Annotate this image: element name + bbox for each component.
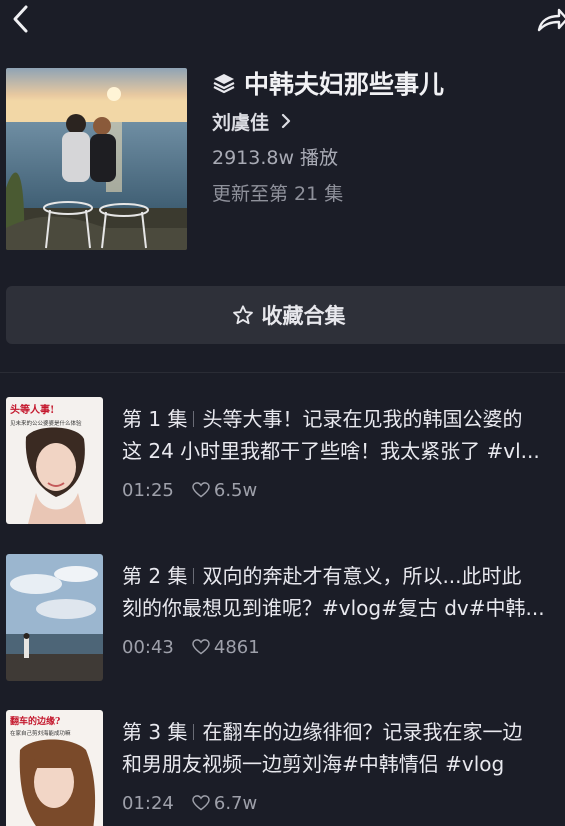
episode-item-3[interactable]: 翻车的边缘? 在家自己剪刘海能成功嘛 第 3 集在翻车的边缘徘徊？记录我在家一边… <box>6 710 565 826</box>
top-bar <box>0 0 565 44</box>
play-count: 2913.8w 播放 <box>212 147 339 169</box>
episode-title-line1: 头等大事！记录在见我的韩国公婆的 <box>202 407 523 431</box>
author-name: 刘虞佳 <box>212 111 270 134</box>
svg-text:见未来的公公婆婆是什么体验: 见未来的公公婆婆是什么体验 <box>10 419 82 427</box>
episode-title-line1: 双向的奔赴才有意义，所以...此时此 <box>202 564 522 588</box>
episode-duration: 00:43 <box>122 636 174 658</box>
episode-text: 第 2 集双向的奔赴才有意义，所以...此时此 刻的你最想见到谁呢？#vlog#… <box>122 560 565 660</box>
episode-text: 第 3 集在翻车的边缘徘徊？记录我在家一边 和男朋友视频一边剪刘海#中韩情侣 #… <box>122 716 565 816</box>
svg-text:头等人事!: 头等人事! <box>10 403 54 416</box>
share-icon <box>537 8 565 32</box>
collection-cover-image[interactable] <box>6 68 187 250</box>
collection-page: 中韩夫妇那些事儿 刘虞佳 2913.8w 播放 更新至第 21 集 收藏合集 头… <box>0 0 565 826</box>
back-arrow-icon <box>13 5 28 33</box>
episode-thumbnail: 翻车的边缘? 在家自己剪刘海能成功嘛 <box>6 710 103 826</box>
collect-button[interactable]: 收藏合集 <box>6 286 565 344</box>
heart-outline-icon <box>192 795 210 811</box>
episode-title-line2: 和男朋友视频一边剪刘海#中韩情侣 #vlog <box>122 752 505 776</box>
back-button[interactable] <box>6 2 34 36</box>
episode-title-line2: 刻的你最想见到谁呢？#vlog#复古 dv#中韩... <box>122 596 545 620</box>
episode-text: 第 1 集头等大事！记录在见我的韩国公婆的 这 24 小时里我都干了些啥！我太紧… <box>122 403 565 503</box>
collection-title: 中韩夫妇那些事儿 <box>244 70 445 99</box>
episode-number: 第 2 集 <box>122 564 188 588</box>
episode-title-line2: 这 24 小时里我都干了些啥！我太紧张了 #vl... <box>122 439 540 463</box>
episode-thumbnail: 头等人事! 见未来的公公婆婆是什么体验 <box>6 397 103 524</box>
episode-number: 第 3 集 <box>122 720 188 744</box>
collect-button-label: 收藏合集 <box>261 304 346 328</box>
title-row: 中韩夫妇那些事儿 <box>212 66 555 100</box>
episode-duration: 01:25 <box>122 479 174 501</box>
episode-duration: 01:24 <box>122 792 174 814</box>
svg-text:在家自己剪刘海能成功嘛: 在家自己剪刘海能成功嘛 <box>10 729 71 737</box>
heart-outline-icon <box>192 639 210 655</box>
collection-info: 中韩夫妇那些事儿 刘虞佳 2913.8w 播放 更新至第 21 集 <box>212 66 555 208</box>
episode-item-2[interactable]: 第 2 集双向的奔赴才有意义，所以...此时此 刻的你最想见到谁呢？#vlog#… <box>6 554 565 684</box>
divider <box>0 372 565 373</box>
share-button[interactable] <box>537 4 565 36</box>
update-status: 更新至第 21 集 <box>212 183 344 205</box>
svg-text:翻车的边缘?: 翻车的边缘? <box>10 715 60 727</box>
episode-item-1[interactable]: 头等人事! 见未来的公公婆婆是什么体验 第 1 集头等大事！记录在见我的韩国公婆… <box>6 397 565 527</box>
author-link[interactable]: 刘虞佳 <box>212 106 555 136</box>
stack-layers-icon <box>213 74 235 94</box>
episode-number: 第 1 集 <box>122 407 188 431</box>
episode-thumbnail <box>6 554 103 681</box>
episode-likes: 6.7w <box>213 792 258 814</box>
chevron-right-icon <box>281 113 291 129</box>
heart-outline-icon <box>192 482 210 498</box>
episode-likes: 4861 <box>213 636 260 658</box>
episode-likes: 6.5w <box>213 479 258 501</box>
star-outline-icon <box>232 305 253 325</box>
episode-title-line1: 在翻车的边缘徘徊？记录我在家一边 <box>202 720 523 744</box>
